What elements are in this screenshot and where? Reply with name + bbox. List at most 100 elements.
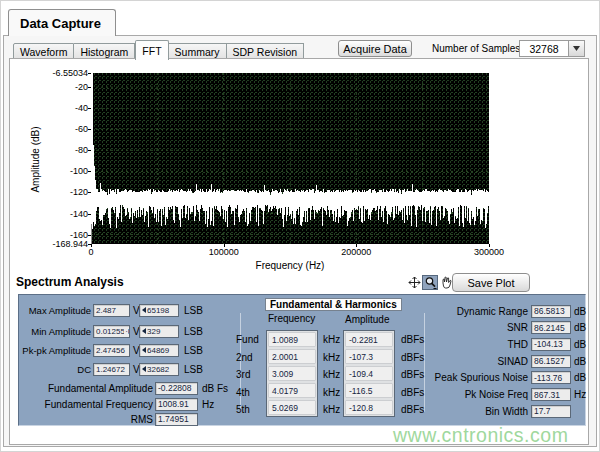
metric-row-label: Dynamic Range [430,306,531,317]
lsb-field[interactable]: 32682 [139,363,179,376]
fundamental-row-label: Fundamental Frequency [19,399,155,410]
x-tick-mark [91,244,92,247]
amplitude-row-label: Min Amplitude [19,326,93,337]
lsb-field[interactable]: 329 [139,325,179,338]
acquire-data-label: Acquire Data [343,43,407,55]
fundamental-row-label: RMS [19,414,155,425]
fundamental-field[interactable]: 1.74951 [155,413,198,426]
combo-dropdown-button[interactable] [568,41,584,56]
harmonic-amplitude-field[interactable]: -109.4 [346,367,392,380]
metric-field[interactable]: 867.31 [531,388,571,401]
tab-fft[interactable]: FFT [135,40,168,60]
harmonic-row-label: 4th [236,387,250,398]
metric-field[interactable]: 86.5813 [531,305,571,318]
field-value: -104.13 [534,339,563,349]
y-axis-title: Amplitude (dB) [30,115,41,205]
spectrum-analysis-panel: Max Amplitude2.487V65198LSBMin Amplitude… [18,294,586,426]
number-of-samples-label: Number of Samples [432,43,520,54]
khz-unit: kHz [323,404,340,415]
acquire-data-button[interactable]: Acquire Data [338,40,412,57]
fundamental-field[interactable]: 1008.91 [155,398,198,411]
harmonic-amplitude-field[interactable]: -116.5 [346,384,392,397]
y-tick-label: -100 [70,166,88,176]
fundamental-field[interactable]: -0.22808 [155,382,198,395]
fundamental-unit: Hz [198,399,214,410]
fundamental-row: Fundamental Frequency1008.91Hz [19,397,214,411]
metric-field[interactable]: -104.13 [531,338,571,351]
metric-row: Pk Noise Freq867.31Hz [430,388,586,402]
volts-unit: V [130,364,139,375]
harmonic-frequency-field[interactable]: 5.0269 [269,401,315,414]
harmonic-amplitude-field[interactable]: -0.2281 [346,333,392,346]
metric-field[interactable]: -113.76 [531,371,571,384]
volts-unit: V [130,345,139,356]
amplitude-row: Max Amplitude2.487V65198LSB [19,303,203,317]
volts-field[interactable]: 1.24672 [93,363,130,376]
zoom-icon[interactable] [422,275,438,290]
field-value: 17.7 [534,406,551,416]
amplitude-header: Amplitude [345,314,389,325]
harmonic-frequency-field[interactable]: 2.0001 [269,350,315,363]
fft-plot-canvas[interactable] [91,73,489,244]
khz-unit: kHz [323,369,340,380]
dbfs-unit: dBFs [401,352,424,363]
x-tick-label: 100000 [209,247,239,257]
save-plot-button[interactable]: Save Plot [452,273,530,292]
truncated-left-indicator [142,307,146,313]
x-tick-mark [489,244,490,247]
fundamental-row: RMS1.74951 [19,412,202,426]
volts-field[interactable]: 2.487 [93,304,130,317]
harmonic-frequency-field[interactable]: 4.0179 [269,384,315,397]
field-value: 86.2145 [534,323,565,333]
metric-field[interactable]: 86.1527 [531,355,571,368]
harmonic-frequency-field[interactable]: 3.009 [269,367,315,380]
metric-unit: dB [571,322,586,333]
harmonics-title: Fundamental & Harmonics [265,298,402,311]
field-value: -0.22808 [158,383,192,393]
metric-row: SNR86.2145dB [430,321,586,335]
y-tick-label: -6.55034 [52,68,88,78]
y-tick-label: -20 [75,82,88,92]
tab-data-capture[interactable]: Data Capture [8,9,116,36]
fft-tab-content: Amplitude (dB) Frequency (Hz) -6.55034-2… [9,58,589,445]
field-value: 86.5813 [534,306,565,316]
lsb-unit: LSB [179,305,203,316]
number-of-samples-combo[interactable]: 32768 [519,40,585,57]
metric-field[interactable]: 86.2145 [531,321,571,334]
dbfs-unit: dBFs [401,334,424,345]
harmonic-amplitude-field[interactable]: -107.3 [346,350,392,363]
volts-unit: V [130,305,139,316]
y-tick-label: -120 [70,187,88,197]
field-value: 1.74951 [158,414,189,424]
field-value: 32682 [147,365,169,374]
y-tick-label: -80 [75,145,88,155]
x-tick-label: 200000 [341,247,371,257]
volts-field[interactable]: 0.012550· [93,325,130,338]
lsb-unit: LSB [179,345,203,356]
cursor-move-icon[interactable] [406,275,422,290]
harmonic-frequency-field[interactable]: 1.0089 [269,333,315,346]
inner-tabstrip: WaveformHistogramFFTSummarySDP Revision [13,40,304,60]
harmonic-row-label: Fund [236,334,259,345]
metric-field[interactable]: 17.7 [531,405,571,418]
lsb-field[interactable]: 65198 [139,304,179,317]
harmonic-amplitude-field[interactable]: -120.8 [346,401,392,414]
fft-plot[interactable]: Amplitude (dB) Frequency (Hz) -6.55034-2… [10,59,590,274]
field-value: 2.487 [96,306,116,315]
amplitude-row: DC1.24672V32682LSB [19,362,203,376]
volts-field[interactable]: 2.47456 [93,344,130,357]
watermark: www.cntronics.com [393,424,568,447]
y-tick-label: -140 [70,209,88,219]
tab-data-capture-label: Data Capture [20,16,101,31]
metric-row: SINAD86.1527dB [430,354,586,368]
khz-unit: kHz [323,352,340,363]
tab-label: SDP Revision [233,46,298,58]
harmonic-row-label: 2nd [236,352,253,363]
metric-row: Dynamic Range86.5813dB [430,304,586,318]
plot-toolbar [406,275,454,290]
metric-row: Peak Spurious Noise-113.76dB [430,371,586,385]
field-value: 64869 [147,346,169,355]
lsb-field[interactable]: 64869 [139,344,179,357]
amplitude-column: -0.2281 -107.3 -109.4 -116.5 -120.8 [343,330,395,417]
field-value: 1.24672 [96,365,125,374]
